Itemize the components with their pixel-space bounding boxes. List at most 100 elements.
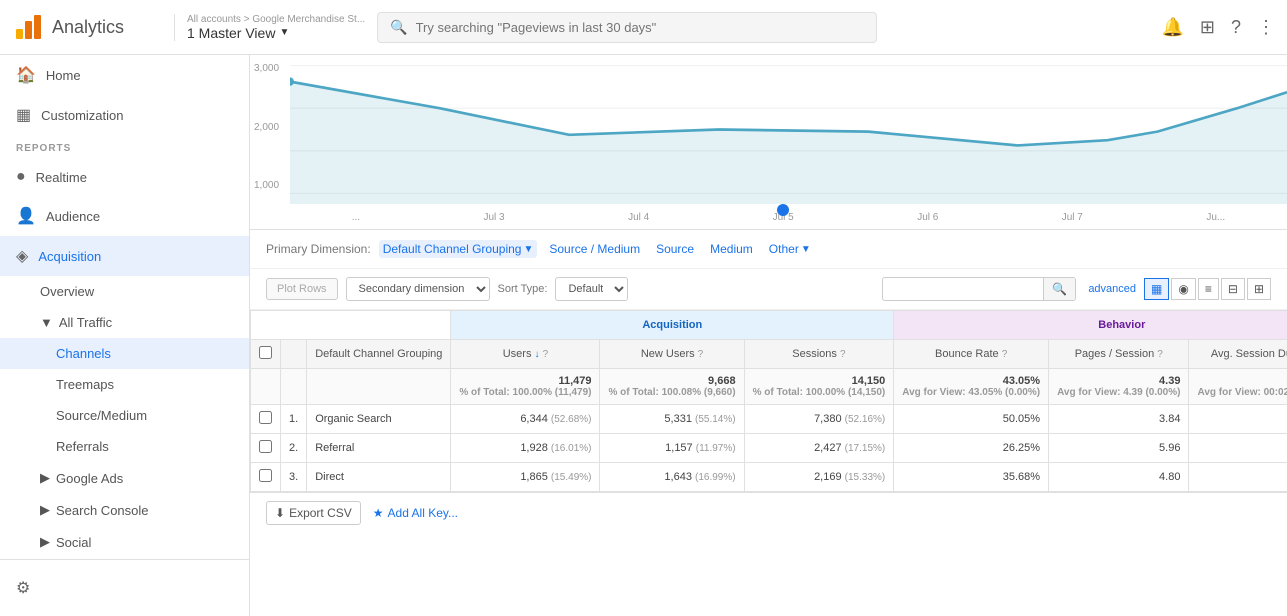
acquisition-icon: ◈	[16, 246, 28, 266]
dim-option-other[interactable]: Other ▼	[765, 240, 815, 258]
view-selector[interactable]: 1 Master View ▼	[187, 25, 365, 41]
view-icons: ▦ ◉ ≡ ⊟ ⊞	[1144, 278, 1271, 300]
total-sessions-cell: 14,150 % of Total: 100.00% (14,150)	[744, 369, 894, 405]
sidebar-item-home[interactable]: 🏠 Home	[0, 55, 249, 95]
chart-svg-container	[290, 55, 1287, 204]
column-headers-row: Default Channel Grouping Users ↓ ? New U…	[251, 340, 1287, 369]
table-view-button[interactable]: ▦	[1144, 278, 1169, 300]
row2-pages-session: 5.96	[1049, 434, 1189, 463]
chart-x-label-end: Ju...	[1206, 212, 1225, 223]
row3-avg-session: 00:03...	[1189, 463, 1287, 492]
row1-channel[interactable]: Organic Search	[307, 405, 451, 434]
total-users-cell: 11,479 % of Total: 100.00% (11,479)	[451, 369, 600, 405]
row1-checkbox[interactable]	[251, 405, 281, 434]
row1-sessions: 7,380 (52.16%)	[744, 405, 894, 434]
primary-dim-label: Primary Dimension:	[266, 242, 371, 256]
settings-icon[interactable]: ⋮	[1257, 17, 1275, 38]
dim-option-default-channel[interactable]: Default Channel Grouping ▼	[379, 240, 538, 258]
sidebar-item-google-ads[interactable]: ▶ Google Ads	[0, 462, 249, 494]
sidebar-item-referrals[interactable]: Referrals	[0, 431, 249, 462]
home-icon: 🏠	[16, 65, 36, 85]
chart-x-label-jul4: Jul 4	[628, 212, 649, 223]
th-new-users[interactable]: New Users ?	[600, 340, 744, 369]
sort-type-select[interactable]: Default	[555, 277, 628, 301]
dim-other-chevron: ▼	[801, 244, 811, 255]
secondary-dimension-select[interactable]: Secondary dimension	[346, 277, 490, 301]
row2-users: 1,928 (16.01%)	[451, 434, 600, 463]
notifications-icon[interactable]: 🔔	[1161, 17, 1183, 38]
data-table: Acquisition Behavior Conversions eCommer…	[250, 310, 1287, 492]
th-checkbox	[251, 340, 281, 369]
table-search-input[interactable]	[883, 279, 1043, 299]
settings-gear-icon: ⚙	[16, 578, 30, 598]
dim-option-source[interactable]: Source	[652, 240, 698, 258]
sidebar-item-realtime[interactable]: ● Realtime	[0, 158, 249, 196]
sidebar-item-overview[interactable]: Overview	[0, 276, 249, 307]
table-row: 2. Referral 1,928 (16.01%) 1,157 (11.97%…	[251, 434, 1287, 463]
search-icon: 🔍	[390, 19, 407, 36]
row2-bounce-rate: 26.25%	[894, 434, 1049, 463]
totals-row: 11,479 % of Total: 100.00% (11,479) 9,66…	[251, 369, 1287, 405]
search-input[interactable]	[416, 20, 865, 35]
google-ads-expand-icon: ▶	[40, 470, 50, 486]
th-pages-session[interactable]: Pages / Session ?	[1049, 340, 1189, 369]
chart-view-button[interactable]: ◉	[1171, 278, 1195, 300]
sidebar-item-channels[interactable]: Channels	[0, 338, 249, 369]
th-users[interactable]: Users ↓ ?	[451, 340, 600, 369]
total-new-users-cell: 9,668 % of Total: 100.08% (9,660)	[600, 369, 744, 405]
sidebar-item-acquisition[interactable]: ◈ Acquisition	[0, 236, 249, 276]
advanced-link[interactable]: advanced	[1088, 283, 1136, 295]
help-icon[interactable]: ?	[1231, 17, 1241, 38]
row2-sessions: 2,427 (17.15%)	[744, 434, 894, 463]
sidebar-customization-label: Customization	[41, 108, 123, 123]
customization-icon: ▦	[16, 105, 31, 125]
audience-icon: 👤	[16, 206, 36, 226]
realtime-icon: ●	[16, 168, 26, 186]
dim-option-medium[interactable]: Medium	[706, 240, 757, 258]
chart-area: 3,000 2,000 1,000	[250, 55, 1287, 230]
th-avg-session[interactable]: Avg. Session Duration ?	[1189, 340, 1287, 369]
chart-x-label-jul7: Jul 7	[1062, 212, 1083, 223]
sidebar-acquisition-label: Acquisition	[38, 249, 101, 264]
sidebar-item-treemaps[interactable]: Treemaps	[0, 369, 249, 400]
sidebar-item-settings[interactable]: ⚙	[0, 568, 249, 608]
row3-channel[interactable]: Direct	[307, 463, 451, 492]
account-area: All accounts > Google Merchandise St... …	[174, 14, 365, 41]
dim-option-source-medium[interactable]: Source / Medium	[545, 240, 644, 258]
table-search-button[interactable]: 🔍	[1043, 278, 1075, 300]
export-csv-button[interactable]: ⬇ Export CSV	[266, 501, 361, 525]
content-area: 3,000 2,000 1,000	[250, 55, 1287, 616]
th-bounce-rate[interactable]: Bounce Rate ?	[894, 340, 1049, 369]
table-search[interactable]: 🔍	[882, 277, 1076, 301]
row3-bounce-rate: 35.68%	[894, 463, 1049, 492]
row2-avg-session: 00:03:58	[1189, 434, 1287, 463]
row3-checkbox[interactable]	[251, 463, 281, 492]
table-row: 1. Organic Search 6,344 (52.68%) 5,331 (…	[251, 405, 1287, 434]
pivot-view-button[interactable]: ⊟	[1221, 278, 1245, 300]
sidebar-item-social[interactable]: ▶ Social	[0, 526, 249, 558]
search-bar[interactable]: 🔍	[377, 12, 877, 43]
sidebar-item-all-traffic[interactable]: ▼ All Traffic	[0, 307, 249, 338]
sidebar-item-audience[interactable]: 👤 Audience	[0, 196, 249, 236]
th-channel: Default Channel Grouping	[307, 340, 451, 369]
select-all-checkbox[interactable]	[259, 346, 272, 359]
th-sessions[interactable]: Sessions ?	[744, 340, 894, 369]
compare-view-button[interactable]: ≡	[1198, 278, 1219, 300]
data-table-container: Acquisition Behavior Conversions eCommer…	[250, 310, 1287, 492]
sidebar-home-label: Home	[46, 68, 81, 83]
row1-avg-session: 00:02:36	[1189, 405, 1287, 434]
lifecycle-view-button[interactable]: ⊞	[1247, 278, 1271, 300]
sidebar-footer: ⚙	[0, 559, 249, 616]
apps-icon[interactable]: ⊞	[1200, 17, 1215, 38]
row2-checkbox[interactable]	[251, 434, 281, 463]
row1-pages-session: 3.84	[1049, 405, 1189, 434]
add-all-key-button[interactable]: ★ Add All Key...	[373, 506, 458, 520]
dim-channel-chevron: ▼	[523, 244, 533, 255]
sidebar-item-source-medium[interactable]: Source/Medium	[0, 400, 249, 431]
row2-channel[interactable]: Referral	[307, 434, 451, 463]
sidebar-item-customization[interactable]: ▦ Customization	[0, 95, 249, 135]
sidebar-realtime-label: Realtime	[36, 170, 87, 185]
plot-rows-button[interactable]: Plot Rows	[266, 278, 338, 300]
export-icon: ⬇	[275, 506, 285, 520]
sidebar-item-search-console[interactable]: ▶ Search Console	[0, 494, 249, 526]
